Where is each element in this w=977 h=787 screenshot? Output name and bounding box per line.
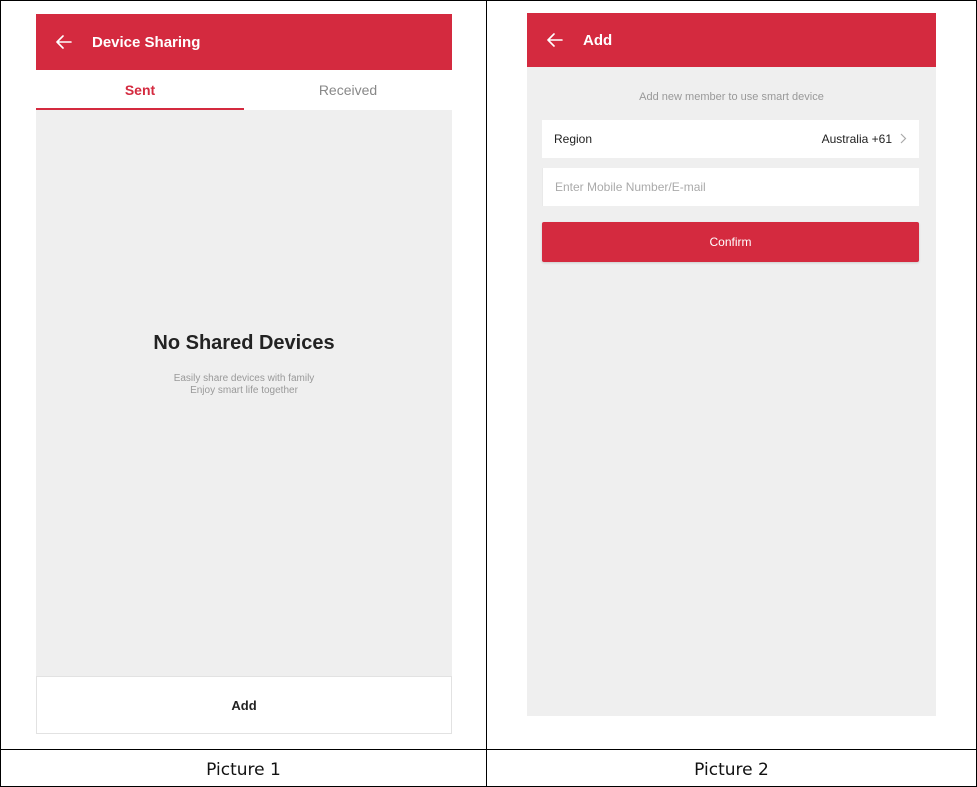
frame-border-left xyxy=(0,0,1,787)
back-arrow-icon[interactable] xyxy=(527,13,583,67)
mobile-email-input[interactable] xyxy=(542,168,919,206)
device-sharing-app-bar: Device Sharing xyxy=(36,14,452,70)
frame-divider-horizontal xyxy=(0,749,977,750)
region-value: Australia +61 xyxy=(821,132,892,146)
empty-state-line-1: Easily share devices with family xyxy=(173,373,315,384)
page-title: Add xyxy=(583,31,613,49)
region-label: Region xyxy=(554,132,593,146)
comparison-frame: Device Sharing Sent Received No Shared D… xyxy=(0,0,977,787)
empty-state-area: No Shared Devices Easily share devices w… xyxy=(36,110,452,676)
add-member-screen: Add Add new member to use smart device R… xyxy=(527,13,936,716)
add-member-app-bar: Add xyxy=(527,13,936,67)
chevron-right-icon xyxy=(900,132,907,147)
region-selector[interactable]: Region Australia +61 xyxy=(542,120,919,158)
sharing-tabs: Sent Received xyxy=(36,70,452,110)
confirm-button[interactable]: Confirm xyxy=(542,222,919,262)
empty-state-line-2: Enjoy smart life together xyxy=(190,385,298,396)
picture-1-caption: Picture 1 xyxy=(206,759,281,780)
empty-state-title: No Shared Devices xyxy=(153,332,335,354)
page-title: Device Sharing xyxy=(92,33,201,51)
add-share-button[interactable]: Add xyxy=(36,676,452,734)
picture-2-caption: Picture 2 xyxy=(694,759,769,780)
tab-sent[interactable]: Sent xyxy=(36,70,244,110)
frame-border-top xyxy=(0,0,977,1)
add-member-hint: Add new member to use smart device xyxy=(639,91,824,103)
back-arrow-icon[interactable] xyxy=(36,14,92,70)
frame-divider-vertical xyxy=(486,0,487,787)
device-sharing-screen: Device Sharing Sent Received No Shared D… xyxy=(36,14,452,734)
tab-received[interactable]: Received xyxy=(244,70,452,110)
empty-state-subtitle: Easily share devices with family Enjoy s… xyxy=(36,373,452,397)
